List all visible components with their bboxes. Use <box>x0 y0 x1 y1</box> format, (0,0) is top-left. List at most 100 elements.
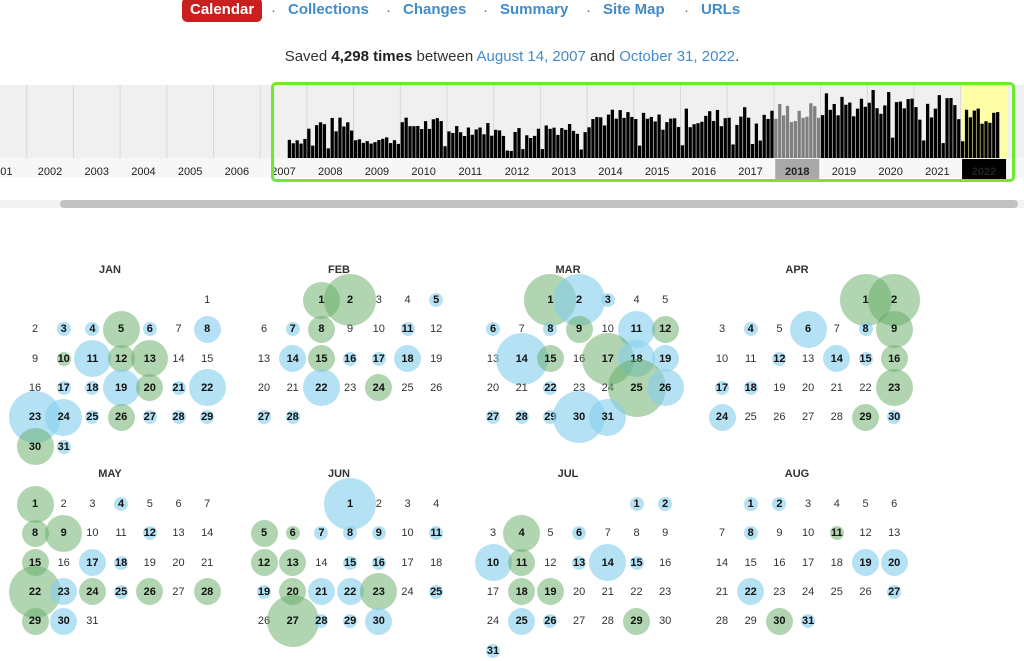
day-number[interactable]: 18 <box>109 555 133 571</box>
day-number[interactable]: 15 <box>309 351 333 367</box>
day-number[interactable]: 22 <box>23 584 47 600</box>
day-number[interactable]: 18 <box>396 351 420 367</box>
day-number[interactable]: 14 <box>825 351 849 367</box>
day-number[interactable]: 27 <box>882 584 906 600</box>
day-number[interactable]: 28 <box>510 409 534 425</box>
day-number[interactable]: 8 <box>854 321 878 337</box>
day-number[interactable]: 15 <box>625 555 649 571</box>
day-number[interactable]: 30 <box>882 409 906 425</box>
day-number[interactable]: 25 <box>80 409 104 425</box>
day-number[interactable]: 18 <box>739 380 763 396</box>
year-label-2006[interactable]: 2006 <box>225 166 249 178</box>
day-number[interactable]: 14 <box>281 351 305 367</box>
day-number[interactable]: 9 <box>882 321 906 337</box>
day-number[interactable]: 3 <box>52 321 76 337</box>
day-number[interactable]: 31 <box>52 439 76 455</box>
day-number[interactable]: 31 <box>596 409 620 425</box>
day-number[interactable]: 24 <box>367 380 391 396</box>
day-number[interactable]: 30 <box>567 409 591 425</box>
day-number[interactable]: 30 <box>767 613 791 629</box>
year-label-2003[interactable]: 2003 <box>85 166 109 178</box>
day-number[interactable]: 17 <box>710 380 734 396</box>
timeline-scrollbar[interactable] <box>60 200 1018 208</box>
nav-site-map[interactable]: Site Map <box>603 1 665 18</box>
day-number[interactable]: 27 <box>252 409 276 425</box>
day-number[interactable]: 30 <box>367 613 391 629</box>
year-label-2002[interactable]: 2002 <box>38 166 62 178</box>
day-number[interactable]: 25 <box>424 584 448 600</box>
day-number[interactable]: 27 <box>138 409 162 425</box>
day-number[interactable]: 6 <box>138 321 162 337</box>
day-number[interactable]: 22 <box>538 380 562 396</box>
day-number[interactable]: 23 <box>367 584 391 600</box>
day-number[interactable]: 14 <box>510 351 534 367</box>
day-number[interactable]: 28 <box>281 409 305 425</box>
year-label-2004[interactable]: 2004 <box>131 166 155 178</box>
year-label-2005[interactable]: 2005 <box>178 166 202 178</box>
day-number[interactable]: 11 <box>396 321 420 337</box>
day-number[interactable]: 17 <box>596 351 620 367</box>
day-number[interactable]: 4 <box>739 321 763 337</box>
day-number[interactable]: 10 <box>52 351 76 367</box>
day-number[interactable]: 6 <box>567 525 591 541</box>
day-number[interactable]: 14 <box>596 555 620 571</box>
day-number[interactable]: 1 <box>23 496 47 512</box>
day-number[interactable]: 12 <box>767 351 791 367</box>
day-number[interactable]: 23 <box>52 584 76 600</box>
day-number[interactable]: 16 <box>338 351 362 367</box>
day-number[interactable]: 28 <box>167 409 191 425</box>
day-number[interactable]: 7 <box>309 525 333 541</box>
day-number[interactable]: 19 <box>252 584 276 600</box>
day-number[interactable]: 22 <box>338 584 362 600</box>
day-number[interactable]: 16 <box>882 351 906 367</box>
nav-urls[interactable]: URLs <box>701 1 740 18</box>
day-number[interactable]: 2 <box>882 292 906 308</box>
day-number[interactable]: 26 <box>109 409 133 425</box>
day-number[interactable]: 8 <box>538 321 562 337</box>
day-number[interactable]: 27 <box>481 409 505 425</box>
day-number[interactable]: 19 <box>538 584 562 600</box>
day-number[interactable]: 11 <box>625 321 649 337</box>
nav-calendar[interactable]: Calendar <box>182 0 263 22</box>
day-number[interactable]: 9 <box>52 525 76 541</box>
day-number[interactable]: 20 <box>882 555 906 571</box>
day-number[interactable]: 15 <box>338 555 362 571</box>
day-number[interactable]: 13 <box>281 555 305 571</box>
day-number[interactable]: 12 <box>109 351 133 367</box>
day-number[interactable]: 4 <box>109 496 133 512</box>
nav-summary[interactable]: Summary <box>500 1 568 18</box>
day-number[interactable]: 11 <box>510 555 534 571</box>
day-number[interactable]: 19 <box>854 555 878 571</box>
day-number[interactable]: 28 <box>309 613 333 629</box>
day-number[interactable]: 15 <box>854 351 878 367</box>
day-number[interactable]: 26 <box>653 380 677 396</box>
day-number[interactable]: 12 <box>138 525 162 541</box>
last-capture-link[interactable]: October 31, 2022 <box>619 48 735 65</box>
day-number[interactable]: 22 <box>739 584 763 600</box>
day-number[interactable]: 4 <box>80 321 104 337</box>
day-number[interactable]: 23 <box>23 409 47 425</box>
day-number[interactable]: 5 <box>424 292 448 308</box>
day-number[interactable]: 29 <box>338 613 362 629</box>
day-number[interactable]: 15 <box>538 351 562 367</box>
day-number[interactable]: 21 <box>167 380 191 396</box>
day-number[interactable]: 2 <box>653 496 677 512</box>
day-number[interactable]: 4 <box>510 525 534 541</box>
day-number[interactable]: 23 <box>882 380 906 396</box>
day-number[interactable]: 27 <box>281 613 305 629</box>
day-number[interactable]: 31 <box>481 643 505 659</box>
day-number[interactable]: 2 <box>567 292 591 308</box>
day-number[interactable]: 10 <box>481 555 505 571</box>
day-number[interactable]: 19 <box>653 351 677 367</box>
day-number[interactable]: 17 <box>367 351 391 367</box>
day-number[interactable]: 7 <box>281 321 305 337</box>
day-number[interactable]: 25 <box>625 380 649 396</box>
day-number[interactable]: 17 <box>52 380 76 396</box>
day-number[interactable]: 29 <box>625 613 649 629</box>
day-number[interactable]: 8 <box>309 321 333 337</box>
day-number[interactable]: 22 <box>309 380 333 396</box>
day-number[interactable]: 24 <box>80 584 104 600</box>
day-number[interactable]: 2 <box>338 292 362 308</box>
day-number[interactable]: 29 <box>195 409 219 425</box>
day-number[interactable]: 1 <box>338 496 362 512</box>
